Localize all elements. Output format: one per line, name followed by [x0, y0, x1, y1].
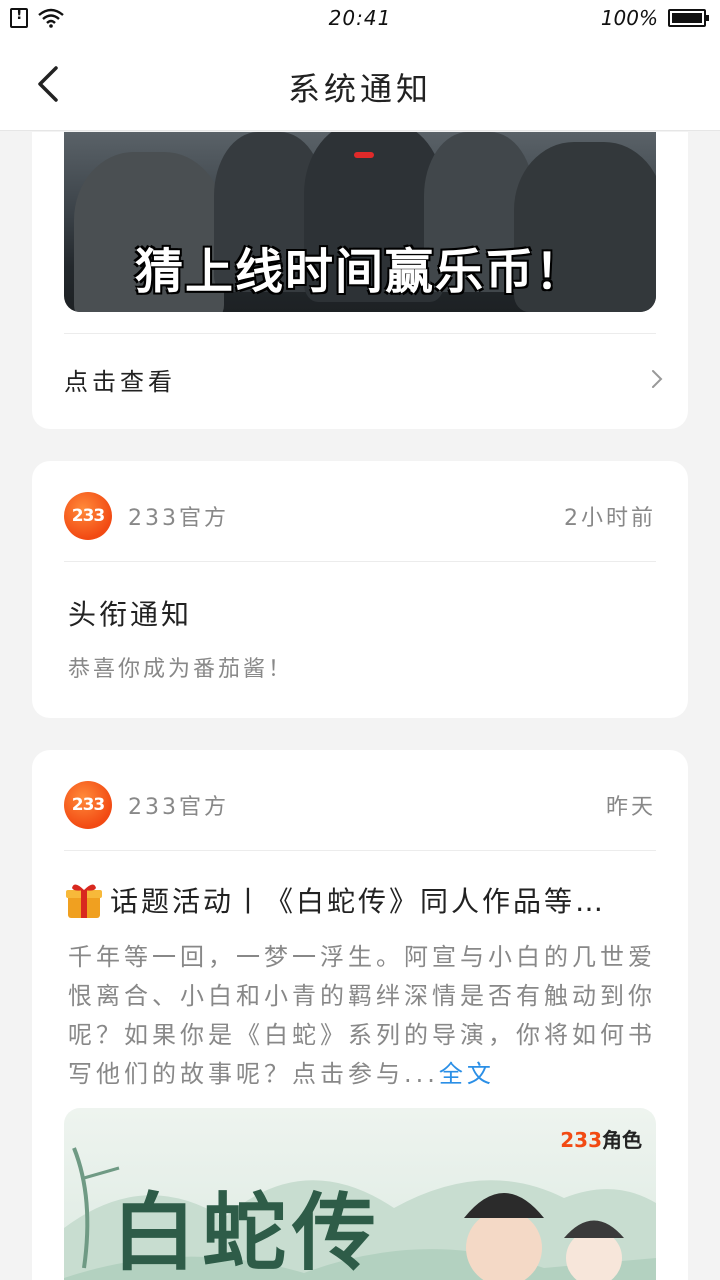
- sender-avatar: 233: [64, 781, 112, 829]
- activity-banner-image[interactable]: 233角色 白蛇传: [64, 1108, 656, 1280]
- banner-title: 白蛇传: [112, 1183, 383, 1280]
- sender-name: 233官方: [128, 506, 229, 531]
- message-title-row: 话题活动丨《白蛇传》同人作品等…: [64, 878, 656, 922]
- message-body-text: 千年等一回，一梦一浮生。阿宣与小白的几世爱恨离合、小白和小青的羁绊深情是否有触动…: [68, 943, 656, 1088]
- view-details-label: 点击查看: [64, 367, 176, 396]
- brand-logo-number: 233: [560, 1128, 602, 1152]
- sender-name: 233官方: [128, 795, 229, 820]
- message-time: 2小时前: [564, 506, 656, 531]
- message-body: 恭喜你成为番茄酱！: [68, 657, 294, 682]
- gift-icon: [66, 884, 102, 918]
- banner-caption: 猜上线时间赢乐币！: [134, 244, 585, 300]
- message-header: 233 233官方 昨天: [64, 780, 656, 830]
- divider: [64, 561, 656, 562]
- notification-card[interactable]: 233 233官方 昨天 话题活动丨《白蛇传》同人作品等… 千年等一回，一梦一浮…: [32, 750, 688, 1280]
- notification-card[interactable]: 233 233官方 2小时前 头衔通知 恭喜你成为番茄酱！: [32, 461, 688, 718]
- message-title: 头衔通知: [68, 598, 193, 631]
- divider: [64, 850, 656, 851]
- message-header: 233 233官方 2小时前: [64, 491, 656, 541]
- status-bar: 20:41 100%: [0, 0, 720, 38]
- full-text-link[interactable]: 全文: [439, 1060, 495, 1088]
- battery-icon: [668, 9, 709, 27]
- chevron-right-icon: [652, 370, 663, 388]
- app-header: 系统通知: [0, 38, 720, 131]
- message-body: 千年等一回，一梦一浮生。阿宣与小白的几世爱恨离合、小白和小青的羁绊深情是否有触动…: [68, 938, 656, 1094]
- event-banner-image[interactable]: 猜上线时间赢乐币！: [64, 132, 656, 312]
- view-details-link[interactable]: 点击查看: [64, 354, 664, 404]
- message-title: 话题活动丨《白蛇传》同人作品等…: [110, 885, 607, 918]
- notification-list[interactable]: 猜上线时间赢乐币！ 点击查看 233 233官方 2小时前 头衔通知 恭喜你成为…: [0, 132, 720, 1280]
- brand-logo: 233角色: [560, 1124, 642, 1153]
- battery-percent: 100%: [600, 6, 658, 30]
- notification-card[interactable]: 猜上线时间赢乐币！ 点击查看: [32, 132, 688, 429]
- divider: [64, 333, 656, 334]
- status-right: 100%: [600, 6, 709, 30]
- brand-logo-text: 角色: [602, 1128, 642, 1152]
- sender-avatar: 233: [64, 492, 112, 540]
- page-title: 系统通知: [287, 70, 432, 108]
- message-time: 昨天: [605, 795, 656, 820]
